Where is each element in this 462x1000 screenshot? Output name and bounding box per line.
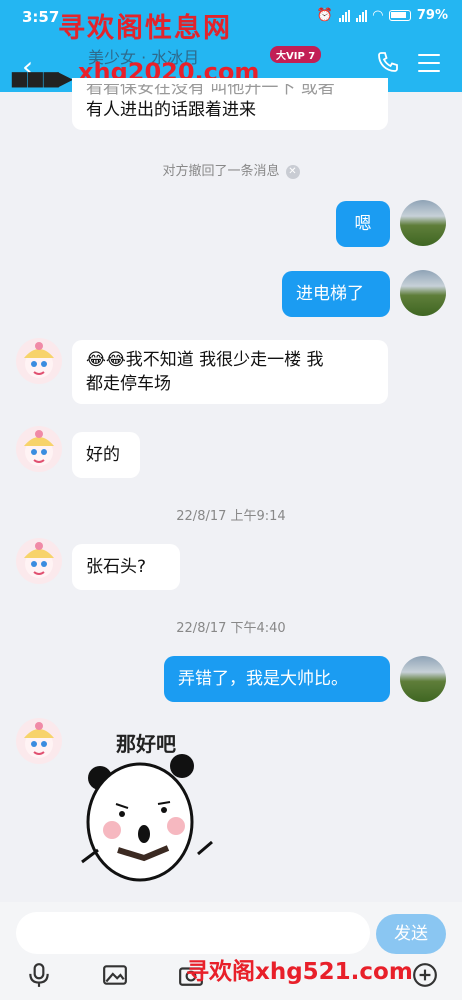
vip-badge: 大VIP 7 xyxy=(270,46,322,63)
girl-avatar-icon xyxy=(24,342,54,378)
girl-avatar-icon xyxy=(24,542,54,578)
phone-icon[interactable] xyxy=(376,50,400,74)
message-sent: 弄错了，我是大帅比。 xyxy=(164,656,390,702)
watermark-arrow: ■■■▶ xyxy=(10,66,73,90)
message-text: 都走停车场 xyxy=(86,374,171,394)
alarm-icon: ⏰ xyxy=(316,8,333,23)
recall-notice: 对方撤回了一条消息 ✕ xyxy=(0,160,462,179)
recall-notice-text: 对方撤回了一条消息 xyxy=(162,164,280,179)
message-text: 有人进出的话跟着进来 xyxy=(86,100,256,120)
avatar[interactable] xyxy=(400,200,446,246)
signal-icon xyxy=(338,9,350,22)
image-icon[interactable] xyxy=(102,962,128,988)
signal-icon-2 xyxy=(355,9,367,22)
status-bar-right: ⏰ ◠ 79% xyxy=(317,8,448,23)
mic-icon[interactable] xyxy=(26,962,52,988)
wifi-icon: ◠ xyxy=(372,8,383,23)
close-icon[interactable]: ✕ xyxy=(285,164,300,179)
message-text: 😂😂我不知道 我很少走一楼 我 xyxy=(86,350,324,370)
avatar[interactable] xyxy=(16,426,62,472)
status-time: 3:57 xyxy=(22,8,60,26)
battery-icon xyxy=(388,10,411,21)
message-received: 张石头? xyxy=(72,544,180,590)
message-input[interactable] xyxy=(16,912,370,954)
message-sent: 嗯 xyxy=(336,201,390,247)
girl-avatar-icon xyxy=(24,430,54,466)
avatar[interactable] xyxy=(400,270,446,316)
message-received: 😂😂我不知道 我很少走一楼 我 都走停车场 xyxy=(72,340,388,404)
panda-sticker-icon xyxy=(81,754,213,882)
timestamp: 22/8/17 下午4:40 xyxy=(176,621,286,636)
girl-avatar-icon xyxy=(24,722,54,758)
menu-icon[interactable] xyxy=(418,54,440,72)
message-received: 看看保安在没有 叫他开一下 或者 有人进出的话跟着进来 xyxy=(72,78,388,130)
send-button[interactable]: 发送 xyxy=(376,914,446,954)
watermark-bottom: 寻欢阁xhg521.com xyxy=(186,959,413,985)
watermark-title: 寻欢阁性息网 xyxy=(58,13,232,44)
avatar[interactable] xyxy=(16,538,62,584)
timestamp: 22/8/17 上午9:14 xyxy=(176,509,286,524)
battery-percent: 79% xyxy=(416,8,448,23)
message-text: 看看保安在没有 叫他开一下 或者 xyxy=(86,84,335,98)
sticker[interactable]: 那好吧 xyxy=(78,722,218,882)
message-sent: 进电梯了 xyxy=(282,271,390,317)
message-received: 好的 xyxy=(72,432,140,478)
plus-icon[interactable] xyxy=(412,962,438,988)
avatar[interactable] xyxy=(16,718,62,764)
avatar[interactable] xyxy=(400,656,446,702)
avatar[interactable] xyxy=(16,338,62,384)
